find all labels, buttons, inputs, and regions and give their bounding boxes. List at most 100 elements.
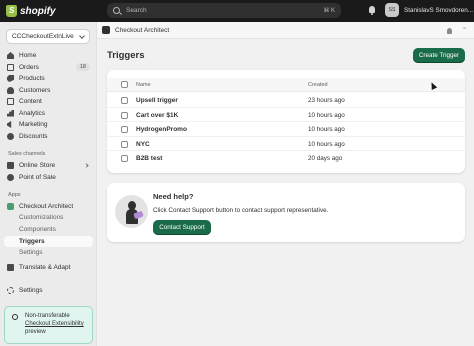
row-checkbox[interactable] [121, 126, 128, 133]
online-store-icon [7, 162, 14, 169]
search-icon [113, 7, 120, 14]
checkout-architect-icon [7, 202, 14, 210]
sidebar-subitem-components[interactable]: Components [4, 224, 93, 235]
sidebar-item-label: Point of Sale [19, 173, 56, 181]
trigger-name[interactable]: NYC [136, 141, 150, 148]
sidebar-item-point-of-sale[interactable]: Point of Sale [4, 172, 93, 183]
triggers-table: Name Created Upsell trigger 23 hours ago… [107, 70, 465, 173]
content-icon [7, 98, 14, 105]
sales-channels-heading: Sales channels [8, 151, 46, 157]
sidebar-item-label: Customers [19, 86, 51, 94]
shopify-logo[interactable]: shopify [6, 5, 106, 17]
sidebar-item-label: Translate & Adapt [19, 263, 71, 271]
sidebar-item-label: Online Store [19, 162, 56, 169]
trigger-created: 10 hours ago [308, 111, 345, 119]
extensibility-notice: Non-transferable Checkout Extensibility … [4, 306, 93, 344]
trigger-created: 10 hours ago [308, 126, 345, 133]
sidebar-item-checkout-architect[interactable]: Checkout Architect [4, 201, 93, 212]
search-shortcut: ⌘ K [323, 8, 335, 14]
orders-icon [7, 63, 14, 71]
trigger-name[interactable]: HydrogenPromo [136, 126, 187, 133]
sidebar-item-content[interactable]: Content [4, 96, 93, 107]
sidebar-item-analytics[interactable]: Analytics [4, 108, 93, 119]
app-title: Checkout Architect [115, 26, 170, 34]
sidebar-item-settings[interactable]: Settings [4, 285, 93, 296]
shopify-bag-icon [6, 5, 17, 17]
home-icon [7, 52, 14, 59]
help-card: Need help? Click Contact Support button … [107, 183, 465, 242]
top-bar: shopify ⌘ K SS StanislavS Smovdoren... [0, 0, 474, 22]
marketing-icon [7, 121, 12, 128]
contact-support-button[interactable]: Contact Support [153, 220, 211, 235]
sidebar-item-label: Settings [19, 287, 43, 294]
sidebar-item-label: Customizations [19, 214, 64, 221]
trigger-name[interactable]: B2B test [136, 155, 162, 162]
row-checkbox[interactable] [121, 97, 128, 104]
translate-icon [7, 263, 14, 271]
checkout-extensibility-link[interactable]: Checkout Extensibility [25, 320, 87, 328]
table-row[interactable]: Upsell trigger 23 hours ago [107, 93, 465, 108]
select-all-checkbox[interactable] [121, 81, 128, 88]
orders-count-badge: 18 [75, 63, 90, 71]
search-input[interactable] [126, 7, 324, 14]
sidebar-subitem-settings[interactable]: Settings [4, 247, 93, 258]
trigger-created: 20 days ago [308, 155, 343, 162]
notice-line: preview [25, 329, 46, 336]
sidebar-item-orders[interactable]: Orders 18 [4, 62, 93, 73]
discounts-icon [7, 132, 14, 140]
create-trigger-button[interactable]: Create Trigger [413, 48, 465, 63]
customers-icon [7, 86, 14, 94]
column-header-created: Created [308, 82, 328, 88]
sidebar-item-label: Analytics [19, 109, 46, 117]
sidebar-item-label: Orders [19, 63, 39, 71]
sidebar-item-discounts[interactable]: Discounts [4, 131, 93, 142]
bell-icon[interactable] [368, 6, 376, 15]
sidebar-item-label: Marketing [19, 121, 48, 128]
table-header: Name Created [107, 78, 465, 92]
row-checkbox[interactable] [121, 111, 128, 119]
sidebar-item-home[interactable]: Home [4, 50, 93, 61]
products-icon [7, 75, 14, 82]
sidebar-item-label: Components [19, 226, 56, 233]
trigger-created: 23 hours ago [308, 97, 345, 104]
store-selector[interactable]: CCCheckoutExtnLive [6, 29, 90, 44]
sidebar-item-label: Products [19, 75, 45, 82]
user-menu[interactable]: SS StanislavS Smovdoren... [385, 3, 473, 17]
row-checkbox[interactable] [121, 155, 128, 162]
table-row[interactable]: Cart over $1K 10 hours ago [107, 108, 465, 122]
avatar: SS [385, 3, 399, 17]
trigger-name[interactable]: Cart over $1K [136, 112, 178, 119]
sidebar-item-label: Settings [19, 249, 43, 256]
sidebar-item-customers[interactable]: Customers [4, 85, 93, 96]
pin-icon[interactable] [447, 28, 452, 34]
analytics-icon [7, 109, 14, 117]
trigger-name[interactable]: Upsell trigger [136, 97, 178, 104]
store-name: CCCheckoutExtnLive [12, 33, 74, 40]
help-text: Click Contact Support button to contact … [153, 207, 329, 214]
sidebar-item-label: Home [19, 52, 37, 59]
search-bar[interactable]: ⌘ K [107, 3, 341, 18]
more-icon[interactable]: ··· [462, 25, 467, 32]
chevron-down-icon [79, 32, 85, 39]
user-name: StanislavS Smovdoren... [404, 6, 473, 14]
table-row[interactable]: NYC 10 hours ago [107, 137, 465, 151]
sidebar-item-label: Triggers [19, 237, 45, 245]
table-row[interactable]: B2B test 20 days ago [107, 151, 465, 166]
sidebar-item-label: Content [19, 98, 42, 105]
brand-name: shopify [20, 5, 56, 17]
sidebar-subitem-customizations[interactable]: Customizations [4, 212, 93, 223]
sidebar-item-label: Discounts [19, 132, 48, 140]
info-icon [12, 314, 18, 320]
sidebar-item-online-store[interactable]: Online Store [4, 160, 93, 171]
sidebar-item-products[interactable]: Products [4, 73, 93, 84]
checkout-architect-icon [102, 26, 110, 34]
illustration-head [128, 201, 136, 210]
row-checkbox[interactable] [121, 140, 128, 148]
sidebar-item-marketing[interactable]: Marketing [4, 119, 93, 130]
gear-icon [7, 287, 14, 294]
table-row[interactable]: HydrogenPromo 10 hours ago [107, 122, 465, 137]
support-illustration [115, 195, 148, 231]
chevron-right-icon [84, 163, 89, 168]
sidebar-item-translate-adapt[interactable]: Translate & Adapt [4, 262, 93, 273]
sidebar-subitem-triggers[interactable]: Triggers [4, 235, 93, 247]
